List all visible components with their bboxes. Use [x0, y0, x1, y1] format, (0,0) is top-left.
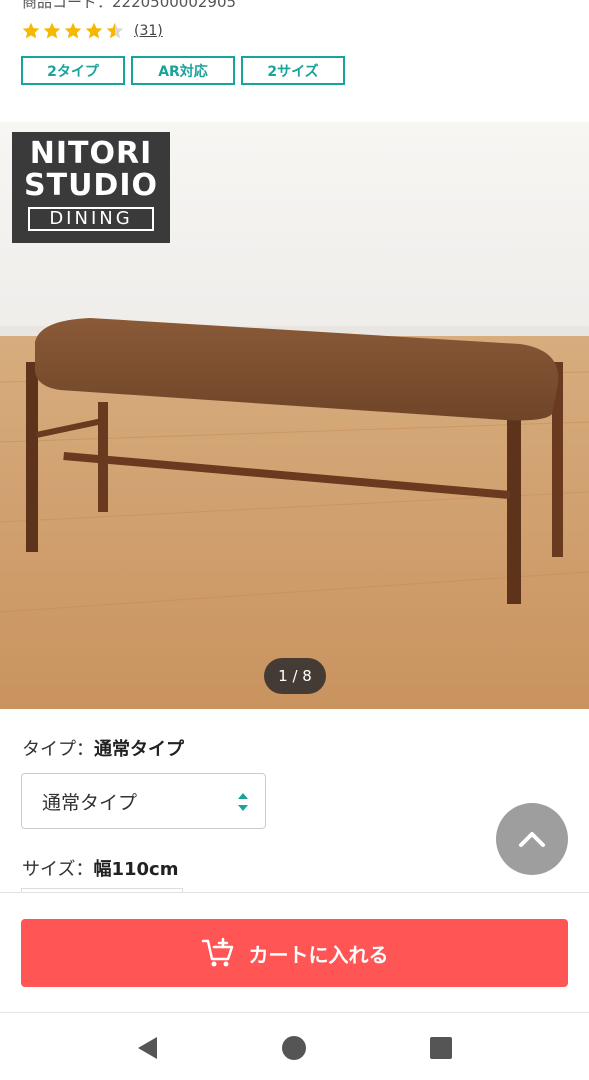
- feature-tags: 2タイプ AR対応 2サイズ: [21, 56, 345, 85]
- add-to-cart-label: カートに入れる: [248, 942, 389, 967]
- star-rating: [21, 21, 125, 41]
- rating-row: (31): [21, 20, 163, 42]
- product-code-text: 商品コード：2220500002905: [22, 0, 237, 11]
- recents-icon[interactable]: [428, 1035, 454, 1061]
- home-icon[interactable]: [281, 1035, 307, 1061]
- star-icon: [85, 22, 103, 39]
- type-select[interactable]: 通常タイプ: [21, 773, 266, 829]
- image-counter: 1 / 8: [264, 658, 326, 694]
- star-icon: [64, 22, 82, 39]
- cart-bar: カートに入れる: [0, 892, 589, 1012]
- half-star-icon: [106, 22, 124, 39]
- star-icon: [22, 22, 40, 39]
- add-to-cart-icon: [201, 937, 233, 967]
- add-to-cart-button[interactable]: カートに入れる: [21, 919, 568, 987]
- tag-ar-support: AR対応: [131, 56, 235, 85]
- review-count-link[interactable]: (31): [134, 23, 163, 39]
- sort-arrows-icon: [238, 793, 248, 811]
- star-icon: [43, 22, 61, 39]
- product-image-gallery[interactable]: NITORI STUDIO DINING 1 / 8: [0, 122, 589, 709]
- back-to-top-button[interactable]: [496, 803, 568, 875]
- system-nav-bar: [0, 1012, 589, 1080]
- chevron-up-icon: [519, 832, 545, 847]
- tag-two-types: 2タイプ: [21, 56, 125, 85]
- type-select-value: 通常タイプ: [42, 791, 138, 814]
- brand-logo: NITORI STUDIO DINING: [24, 136, 158, 231]
- type-label: タイプ：通常タイプ: [22, 739, 184, 760]
- tag-two-sizes: 2サイズ: [241, 56, 345, 85]
- size-label: サイズ：幅110cm: [22, 859, 179, 880]
- back-icon[interactable]: [135, 1035, 161, 1061]
